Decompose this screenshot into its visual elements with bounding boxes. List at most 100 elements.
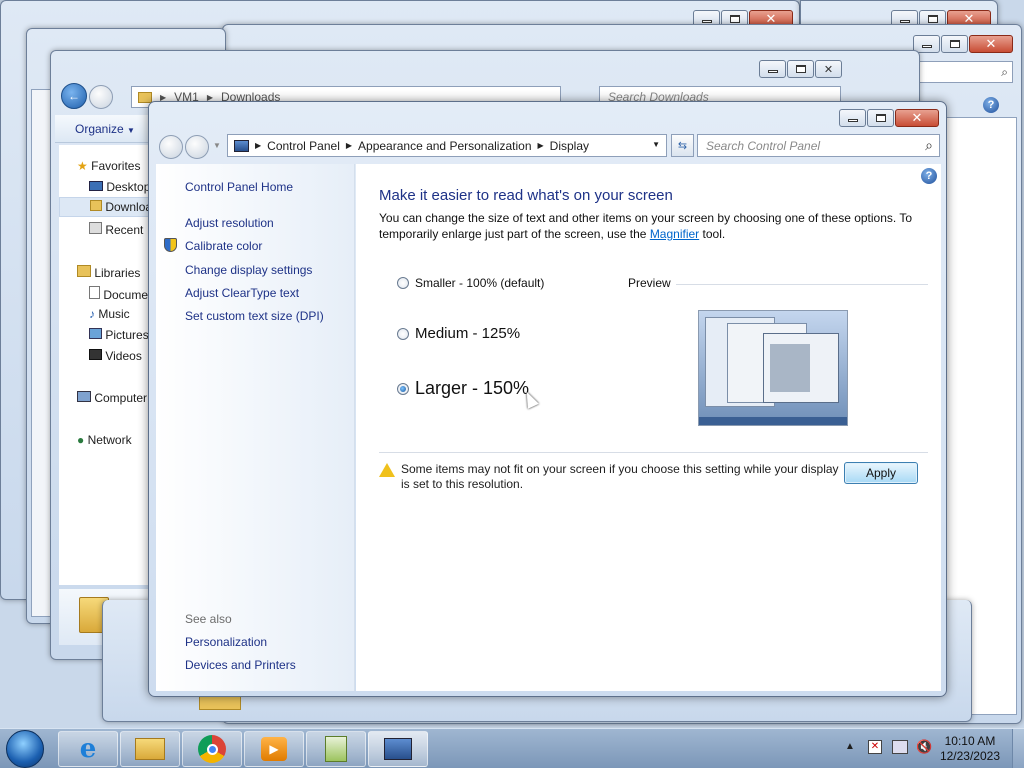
nav-item-music[interactable]: ♪ Music bbox=[89, 307, 130, 321]
personalization-link[interactable]: Personalization bbox=[185, 635, 267, 649]
page-title: Make it easier to read what's on your sc… bbox=[379, 187, 673, 204]
nav-item-network[interactable]: ● Network bbox=[77, 433, 132, 447]
magnifier-link[interactable]: Magnifier bbox=[650, 227, 699, 241]
documents-icon bbox=[89, 286, 100, 299]
search-icon: ⌕ bbox=[925, 137, 933, 153]
window-controls: ✕ bbox=[759, 60, 842, 78]
devices-printers-link[interactable]: Devices and Printers bbox=[185, 658, 296, 672]
maximize-button[interactable] bbox=[867, 109, 894, 127]
taskbar-file-explorer[interactable] bbox=[120, 731, 180, 767]
taskbar-chrome[interactable] bbox=[182, 731, 242, 767]
desktop-icon bbox=[89, 181, 103, 191]
libraries-icon bbox=[77, 265, 91, 277]
search-input[interactable]: Search Control Panel ⌕ bbox=[697, 134, 940, 157]
forward-button[interactable] bbox=[185, 135, 209, 159]
network-tray-icon[interactable] bbox=[892, 740, 908, 754]
adjust-resolution-link[interactable]: Adjust resolution bbox=[185, 216, 274, 230]
resolution-warning: Some items may not fit on your screen if… bbox=[379, 462, 849, 492]
nav-item-documents[interactable]: Documents bbox=[89, 286, 151, 302]
nav-label: Documents bbox=[103, 288, 151, 302]
radio-smaller[interactable]: Smaller - 100% (default) bbox=[397, 276, 544, 290]
radio-larger[interactable]: Larger - 150% bbox=[397, 378, 529, 399]
back-button[interactable]: ← bbox=[61, 83, 87, 109]
maximize-button[interactable] bbox=[941, 35, 968, 53]
breadcrumb-appearance[interactable]: Appearance and Personalization bbox=[358, 139, 531, 153]
action-center-icon[interactable]: ✕ bbox=[868, 740, 882, 754]
organize-label: Organize bbox=[75, 122, 124, 136]
maximize-button[interactable] bbox=[787, 60, 814, 78]
help-icon[interactable]: ? bbox=[983, 97, 999, 113]
nav-item-favorites[interactable]: ★ Favorites bbox=[77, 159, 140, 173]
control-panel-icon bbox=[234, 139, 249, 152]
address-bar[interactable]: ▶ Control Panel ▶ Appearance and Persona… bbox=[227, 134, 667, 157]
nav-label: Computer bbox=[94, 391, 148, 405]
preview-window-front bbox=[763, 333, 839, 403]
nav-item-downloads[interactable]: Downloads bbox=[59, 197, 151, 217]
search-icon: ⌕ bbox=[1001, 65, 1008, 79]
chrome-icon bbox=[198, 735, 226, 763]
minimize-button[interactable] bbox=[759, 60, 786, 78]
close-button[interactable]: ✕ bbox=[895, 109, 939, 127]
control-panel-window: ✕ ▼ ▶ Control Panel ▶ Appearance and Per… bbox=[148, 101, 947, 697]
taskbar-internet-explorer[interactable]: e bbox=[58, 731, 118, 767]
radio-button[interactable] bbox=[397, 277, 409, 289]
forward-button[interactable] bbox=[89, 85, 113, 109]
nav-item-libraries[interactable]: Libraries bbox=[77, 265, 140, 280]
nav-item-computer[interactable]: Computer bbox=[77, 391, 147, 405]
warning-text: Some items may not fit on your screen if… bbox=[401, 462, 839, 491]
shield-icon bbox=[164, 238, 177, 252]
custom-text-size-link[interactable]: Set custom text size (DPI) bbox=[185, 309, 324, 323]
breadcrumb-control-panel[interactable]: Control Panel bbox=[267, 139, 340, 153]
apply-label: Apply bbox=[865, 466, 897, 480]
show-hidden-icons[interactable]: ▲ bbox=[845, 741, 855, 752]
nav-item-desktop[interactable]: Desktop bbox=[89, 180, 150, 194]
search-placeholder: Search Control Panel bbox=[706, 138, 821, 153]
chevron-down-icon: ▼ bbox=[127, 126, 135, 135]
back-button[interactable] bbox=[159, 135, 183, 159]
nav-item-pictures[interactable]: Pictures bbox=[89, 328, 149, 342]
nav-label: Favorites bbox=[91, 159, 141, 173]
show-desktop-button[interactable] bbox=[1012, 729, 1024, 768]
breadcrumb-display[interactable]: Display bbox=[550, 139, 589, 153]
task-pane: Control Panel Home Adjust resolution Cal… bbox=[156, 164, 355, 691]
folder-icon bbox=[138, 91, 152, 103]
taskbar-media-player[interactable]: ▶ bbox=[244, 731, 304, 767]
radio-label: Medium - 125% bbox=[415, 325, 521, 342]
close-button[interactable]: ✕ bbox=[969, 35, 1013, 53]
change-display-settings-link[interactable]: Change display settings bbox=[185, 263, 312, 277]
control-panel-home-link[interactable]: Control Panel Home bbox=[185, 180, 293, 194]
radio-button[interactable] bbox=[397, 327, 409, 340]
internet-explorer-icon: e bbox=[79, 734, 97, 764]
network-icon: ● bbox=[77, 433, 85, 447]
minimize-button[interactable] bbox=[839, 109, 866, 127]
nav-label: Network bbox=[87, 433, 132, 447]
address-row: ▼ ▶ Control Panel ▶ Appearance and Perso… bbox=[155, 133, 940, 159]
nav-label: Pictures bbox=[105, 328, 149, 342]
address-dropdown-icon[interactable]: ▼ bbox=[652, 140, 660, 149]
refresh-button[interactable]: ⇆ bbox=[671, 134, 694, 157]
warning-icon bbox=[379, 463, 395, 477]
page-description: You can change the size of text and othe… bbox=[379, 210, 924, 242]
preview-label: Preview bbox=[628, 276, 671, 290]
description-text-1: You can change the size of text and othe… bbox=[379, 211, 913, 241]
nav-item-recent[interactable]: Recent bbox=[89, 222, 143, 237]
apply-button[interactable]: Apply bbox=[844, 462, 918, 484]
radio-medium[interactable]: Medium - 125% bbox=[397, 325, 520, 342]
history-dropdown-icon[interactable]: ▼ bbox=[213, 141, 221, 150]
calibrate-color-link[interactable]: Calibrate color bbox=[185, 239, 262, 253]
taskbar-notepad[interactable] bbox=[306, 731, 366, 767]
computer-icon bbox=[77, 391, 91, 402]
system-clock[interactable]: 10:10 AM 12/23/2023 bbox=[940, 734, 1000, 764]
nav-item-videos[interactable]: Videos bbox=[89, 349, 142, 363]
help-icon[interactable]: ? bbox=[921, 168, 937, 184]
window-controls: ✕ bbox=[913, 35, 1013, 53]
close-button[interactable]: ✕ bbox=[815, 60, 842, 78]
volume-muted-icon[interactable]: 🔇 bbox=[916, 739, 932, 755]
start-orb[interactable] bbox=[6, 730, 44, 768]
organize-button[interactable]: Organize ▼ bbox=[75, 122, 135, 136]
clock-time: 10:10 AM bbox=[944, 734, 996, 748]
adjust-cleartype-link[interactable]: Adjust ClearType text bbox=[185, 286, 299, 300]
refresh-icon: ⇆ bbox=[677, 140, 688, 152]
taskbar-control-panel[interactable] bbox=[368, 731, 428, 767]
radio-button-selected[interactable] bbox=[397, 382, 409, 395]
